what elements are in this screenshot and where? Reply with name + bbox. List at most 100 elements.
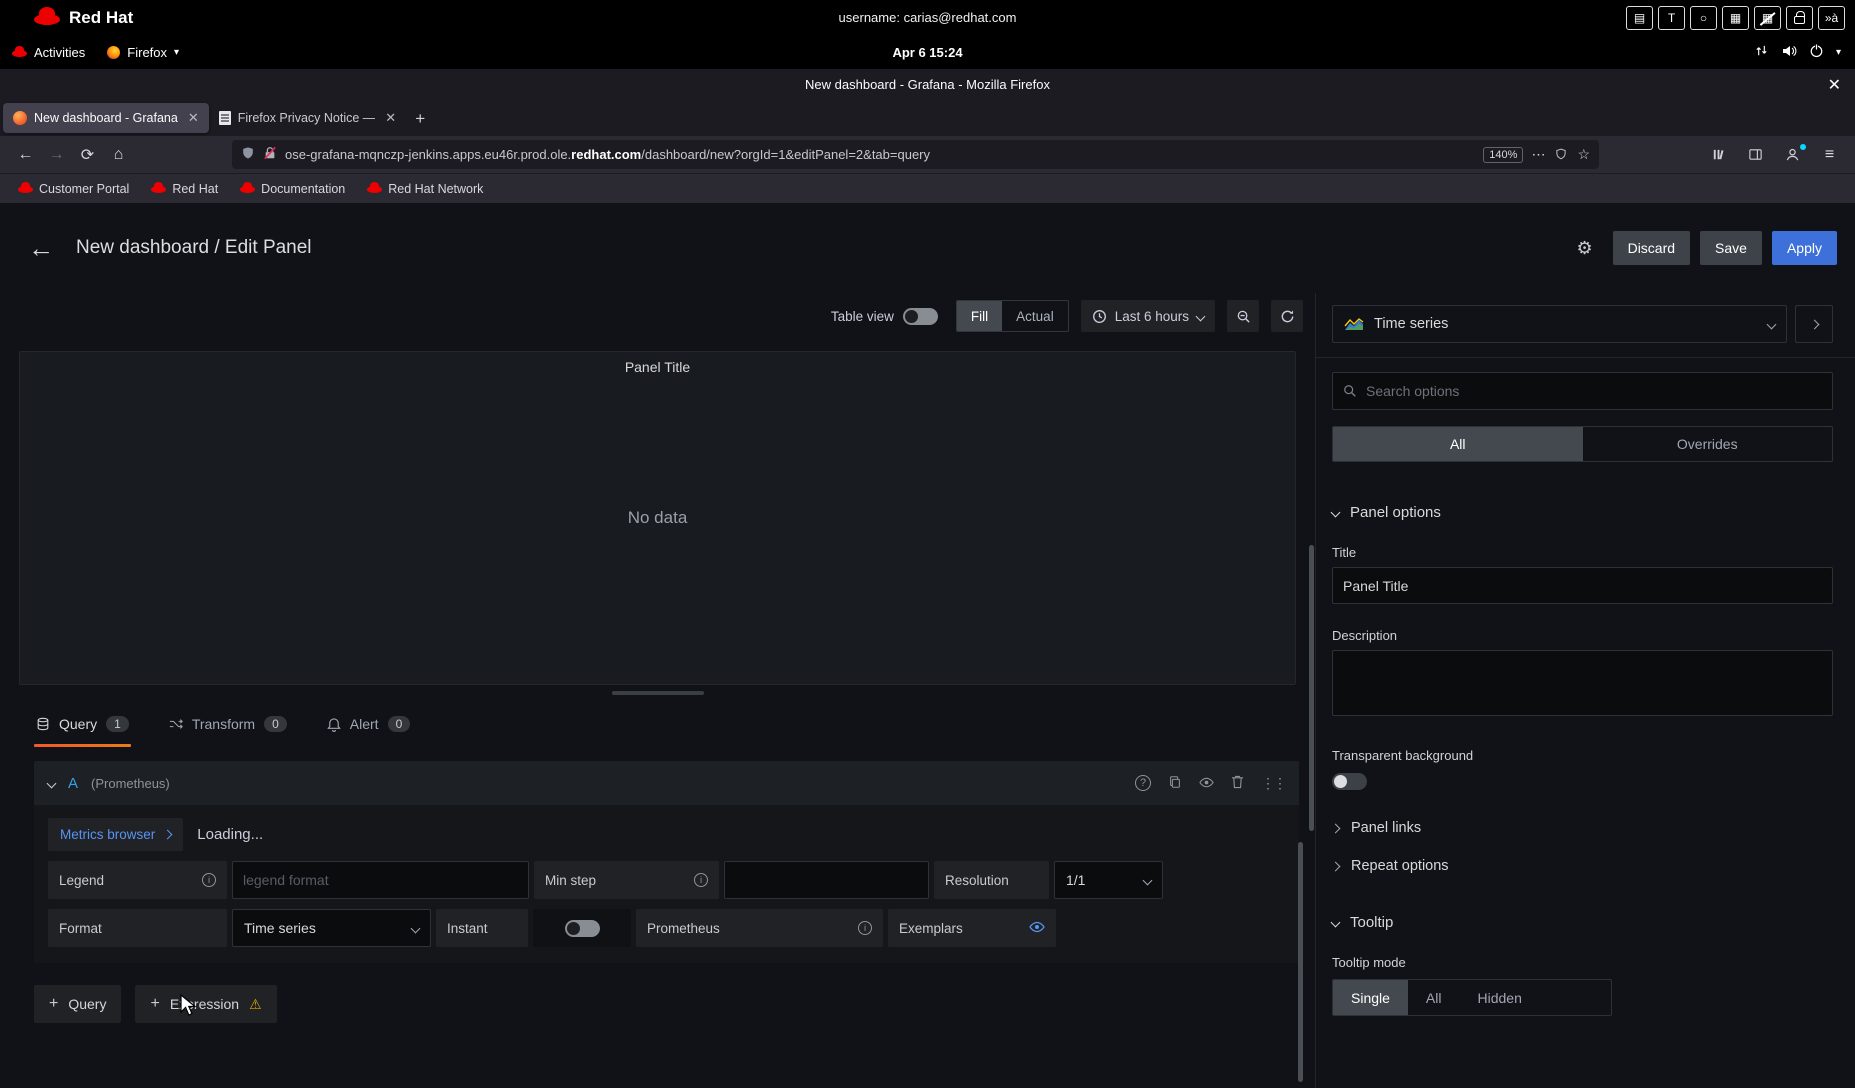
info-icon[interactable]: i	[202, 873, 216, 887]
alert-count-badge: 0	[388, 716, 411, 732]
query-scrollbar[interactable]	[1298, 842, 1303, 1082]
url-bar[interactable]: ose-grafana-mqnczp-jenkins.apps.eu46r.pr…	[232, 140, 1599, 169]
bookmark-customer-portal[interactable]: Customer Portal	[10, 178, 137, 199]
toggle-visibility-icon[interactable]	[1199, 775, 1214, 791]
back-to-dashboard-button[interactable]: ←	[28, 235, 54, 261]
input-method-badge[interactable]: »à	[1818, 6, 1845, 30]
circle-icon[interactable]: ○	[1690, 6, 1717, 30]
apply-button[interactable]: Apply	[1772, 231, 1837, 265]
bookmark-redhat-network[interactable]: Red Hat Network	[359, 178, 491, 199]
bookmark-star-icon[interactable]: ☆	[1577, 146, 1590, 163]
forward-button[interactable]: →	[41, 141, 72, 169]
table-view-toggle[interactable]	[903, 308, 938, 325]
resolution-select[interactable]: 1/1	[1054, 861, 1163, 899]
home-button[interactable]: ⌂	[103, 141, 134, 169]
repeat-options-section[interactable]: Repeat options	[1332, 858, 1833, 874]
keyboard-icon[interactable]: ▦	[1722, 6, 1749, 30]
tab-privacy-notice[interactable]: Firefox Privacy Notice — ✕	[209, 103, 406, 133]
refresh-button[interactable]	[1271, 300, 1303, 332]
clock[interactable]: Apr 6 15:24	[0, 45, 1855, 60]
text-tool-icon[interactable]: T	[1658, 6, 1685, 30]
power-icon[interactable]	[1809, 43, 1824, 61]
account-icon[interactable]	[1777, 141, 1808, 169]
fill-option[interactable]: Fill	[957, 301, 1002, 331]
reload-button[interactable]: ⟳	[72, 141, 103, 169]
activities-button[interactable]: Activities	[12, 45, 85, 60]
window-titlebar[interactable]: New dashboard - Grafana - Mozilla Firefo…	[0, 69, 1855, 100]
delete-query-icon[interactable]	[1231, 774, 1244, 792]
tab-query[interactable]: Query 1	[34, 701, 131, 747]
tab-close-icon[interactable]: ✕	[385, 110, 396, 126]
activities-label: Activities	[34, 45, 85, 60]
panel-links-section[interactable]: Panel links	[1332, 820, 1833, 836]
page-actions-icon[interactable]: ⋯	[1531, 146, 1545, 163]
tab-label: New dashboard - Grafana	[34, 111, 178, 125]
permissions-shield-icon[interactable]	[1555, 147, 1567, 163]
tab-label: Transform	[192, 716, 255, 732]
dashboard-settings-gear-icon[interactable]: ⚙	[1567, 231, 1603, 265]
min-step-input[interactable]	[724, 861, 929, 899]
transparent-background-toggle[interactable]	[1332, 773, 1367, 790]
tracking-shield-icon[interactable]	[241, 146, 255, 163]
back-button[interactable]: ←	[10, 141, 41, 169]
sidebar-toggle-icon[interactable]	[1740, 141, 1771, 169]
query-help-icon[interactable]: ?	[1135, 775, 1151, 791]
exemplars-eye-icon[interactable]	[1029, 921, 1045, 936]
info-icon[interactable]: i	[858, 921, 872, 935]
insecure-lock-icon[interactable]	[263, 146, 277, 163]
zoom-out-button[interactable]	[1227, 300, 1259, 332]
collapse-options-button[interactable]	[1795, 305, 1833, 343]
options-search[interactable]	[1332, 372, 1833, 410]
info-icon[interactable]: i	[694, 873, 708, 887]
tooltip-section-header[interactable]: Tooltip	[1332, 914, 1833, 931]
format-select[interactable]: Time series	[232, 909, 431, 947]
url-text[interactable]: ose-grafana-mqnczp-jenkins.apps.eu46r.pr…	[285, 147, 1475, 162]
firefox-app-icon	[107, 46, 120, 59]
tab-close-icon[interactable]: ✕	[188, 110, 199, 126]
new-tab-button[interactable]: +	[406, 105, 434, 133]
screen-lock-icon[interactable]	[1786, 6, 1813, 30]
time-range-picker[interactable]: Last 6 hours	[1081, 300, 1215, 332]
tab-transform[interactable]: Transform 0	[167, 701, 289, 747]
volume-icon[interactable]	[1781, 43, 1797, 62]
add-query-button[interactable]: + Query	[34, 985, 121, 1023]
drag-handle-icon[interactable]: ⋮⋮	[1261, 775, 1285, 792]
system-menu-caret-icon[interactable]: ▾	[1836, 47, 1841, 58]
bookmark-redhat[interactable]: Red Hat	[143, 178, 226, 199]
add-expression-button[interactable]: + Expression ⚠	[135, 985, 276, 1023]
main-scrollbar[interactable]	[1309, 545, 1314, 831]
actual-option[interactable]: Actual	[1002, 301, 1068, 331]
panel-options-section-header[interactable]: Panel options	[1332, 504, 1833, 521]
panel-description-textarea[interactable]	[1332, 650, 1833, 716]
zoom-level-badge[interactable]: 140%	[1483, 147, 1523, 163]
visualization-picker[interactable]: Time series	[1332, 305, 1787, 343]
filter-all[interactable]: All	[1333, 427, 1583, 461]
duplicate-query-icon[interactable]	[1168, 775, 1182, 792]
window-close-button[interactable]: ✕	[1828, 75, 1841, 95]
tab-alert[interactable]: Alert 0	[325, 701, 412, 747]
discard-button[interactable]: Discard	[1613, 231, 1690, 265]
tooltip-mode-all[interactable]: All	[1408, 980, 1460, 1015]
app-menu-firefox[interactable]: Firefox ▾	[107, 45, 179, 60]
panel-title-input[interactable]	[1332, 567, 1833, 604]
instant-toggle[interactable]	[565, 920, 600, 937]
metrics-browser-button[interactable]: Metrics browser	[48, 818, 183, 851]
tooltip-mode-single[interactable]: Single	[1333, 980, 1408, 1015]
bookmark-documentation[interactable]: Documentation	[232, 178, 353, 199]
network-activity-icon[interactable]	[1754, 43, 1769, 61]
keyboard-disabled-icon[interactable]: ▦	[1754, 6, 1781, 30]
tooltip-mode-hidden[interactable]: Hidden	[1459, 980, 1539, 1015]
menu-icon[interactable]: ≡	[1814, 141, 1845, 169]
filter-overrides[interactable]: Overrides	[1583, 427, 1833, 461]
legend-format-input[interactable]	[232, 861, 529, 899]
document-icon[interactable]: ▤	[1626, 6, 1653, 30]
library-icon[interactable]	[1703, 141, 1734, 169]
panel-preview[interactable]: Panel Title No data	[19, 351, 1296, 685]
collapse-chevron-icon[interactable]	[47, 778, 57, 788]
save-button[interactable]: Save	[1700, 231, 1762, 265]
instant-toggle-box	[533, 909, 631, 947]
query-row-header[interactable]: A (Prometheus) ? ⋮⋮	[34, 761, 1299, 805]
panel-resize-handle[interactable]	[0, 685, 1315, 701]
options-search-input[interactable]	[1366, 383, 1822, 399]
tab-grafana[interactable]: New dashboard - Grafana ✕	[3, 103, 209, 133]
